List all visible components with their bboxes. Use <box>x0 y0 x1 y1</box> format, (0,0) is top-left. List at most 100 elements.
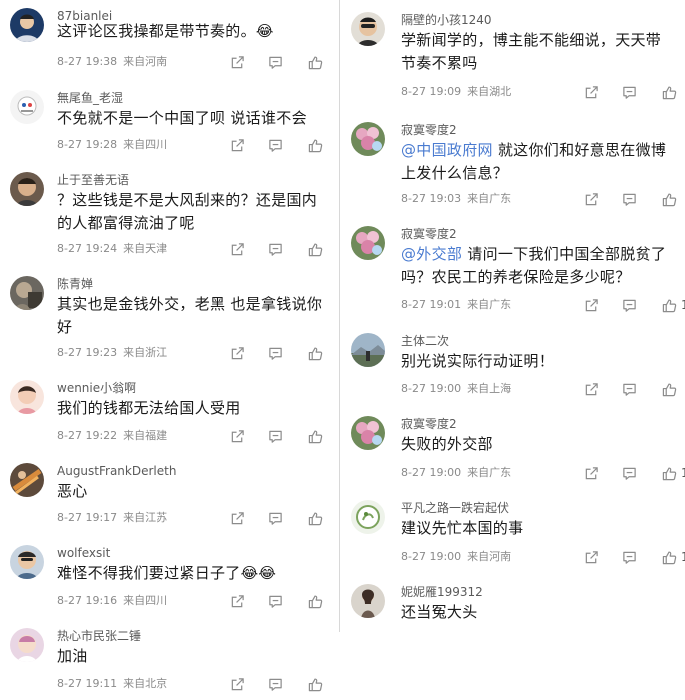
thumbs-up-icon <box>308 138 323 153</box>
username[interactable]: 寂寞零度2 <box>401 122 457 138</box>
mention-link[interactable]: @中国政府网 <box>401 141 493 159</box>
thumbs-up-icon <box>308 594 323 609</box>
mention-link[interactable]: @外交部 <box>401 245 462 263</box>
comment-text: 难怪不得我们要过紧日子了😂😂 <box>57 562 327 585</box>
share-icon[interactable] <box>230 428 245 444</box>
username[interactable]: 陈青婵 <box>57 276 93 292</box>
share-icon[interactable] <box>230 137 245 153</box>
comment-body: 还当冤大头 <box>401 603 478 621</box>
timestamp: 8-27 19:00 <box>401 382 462 395</box>
avatar[interactable] <box>351 12 385 46</box>
location: 来自福建 <box>123 429 168 442</box>
avatar[interactable] <box>10 380 44 414</box>
comment-icon[interactable] <box>268 676 283 692</box>
like-button[interactable] <box>308 345 323 361</box>
comment-icon[interactable] <box>268 241 283 257</box>
username[interactable]: 妮妮雁199312 <box>401 584 483 600</box>
like-button[interactable] <box>662 381 677 397</box>
share-icon[interactable] <box>584 297 599 313</box>
avatar[interactable] <box>10 8 44 42</box>
thumbs-up-icon <box>308 677 323 692</box>
avatar[interactable] <box>351 500 385 534</box>
share-icon[interactable] <box>230 241 245 257</box>
timestamp: 8-27 19:16 <box>57 594 118 607</box>
comment-icon[interactable] <box>268 137 283 153</box>
username[interactable]: 平凡之路一跌宕起伏 <box>401 500 509 516</box>
comment-meta: 8-27 19:23 来自浙江 <box>57 346 167 360</box>
avatar[interactable] <box>10 628 44 662</box>
avatar[interactable] <box>351 584 385 618</box>
comment-icon[interactable] <box>622 297 637 313</box>
avatar-image <box>10 276 44 310</box>
share-icon[interactable] <box>584 84 599 100</box>
location: 来自广东 <box>467 298 512 311</box>
comment-icon[interactable] <box>268 593 283 609</box>
comment-icon[interactable] <box>622 191 637 207</box>
share-icon[interactable] <box>584 465 599 481</box>
like-button[interactable] <box>308 428 323 444</box>
avatar[interactable] <box>10 276 44 310</box>
avatar[interactable] <box>351 122 385 156</box>
comment-icon[interactable] <box>622 84 637 100</box>
username[interactable]: 寂寞零度2 <box>401 226 457 242</box>
comment-icon[interactable] <box>268 428 283 444</box>
username[interactable]: wolfexsit <box>57 545 110 561</box>
like-button[interactable] <box>308 54 323 70</box>
username[interactable]: 無尾鱼_老湿 <box>57 90 123 106</box>
like-button[interactable] <box>308 510 323 526</box>
username[interactable]: 止于至善无语 <box>57 172 129 188</box>
thumbs-up-icon <box>308 242 323 257</box>
comment-icon[interactable] <box>268 510 283 526</box>
like-button[interactable]: 1 <box>662 465 685 481</box>
username[interactable]: 寂寞零度2 <box>401 416 457 432</box>
username[interactable]: 主体二次 <box>401 333 449 349</box>
username[interactable]: 热心市民张二锤 <box>57 628 141 644</box>
like-button[interactable] <box>308 593 323 609</box>
avatar-image <box>351 333 385 367</box>
username[interactable]: 隔壁的小孩1240 <box>401 12 492 28</box>
avatar[interactable] <box>10 463 44 497</box>
like-button[interactable] <box>662 84 677 100</box>
share-icon[interactable] <box>230 676 245 692</box>
like-button[interactable] <box>308 241 323 257</box>
share-icon[interactable] <box>230 345 245 361</box>
share-icon[interactable] <box>584 549 599 565</box>
avatar[interactable] <box>10 545 44 579</box>
like-button[interactable] <box>308 676 323 692</box>
avatar[interactable] <box>351 416 385 450</box>
timestamp: 8-27 19:01 <box>401 298 462 311</box>
comment-icon[interactable] <box>622 549 637 565</box>
comment-text: 加油 <box>57 645 327 668</box>
like-button[interactable]: 1 <box>662 549 685 565</box>
comment-icon[interactable] <box>622 465 637 481</box>
comment-text: 学新闻学的，博主能不能细说，天天带节奏不累吗 <box>401 29 671 75</box>
share-icon[interactable] <box>230 54 245 70</box>
timestamp: 8-27 19:24 <box>57 242 118 255</box>
avatar[interactable] <box>10 172 44 206</box>
username[interactable]: AugustFrankDerleth <box>57 463 176 479</box>
username[interactable]: wennie小翁啊 <box>57 380 136 396</box>
avatar-image <box>351 122 385 156</box>
thumbs-up-icon <box>662 550 677 565</box>
avatar[interactable] <box>351 226 385 260</box>
comment-item: 寂寞零度2 失败的外交部 8-27 19:00 来自广东 1 <box>340 416 685 496</box>
share-icon[interactable] <box>584 381 599 397</box>
share-icon[interactable] <box>584 191 599 207</box>
comment-body: 不免就不是一个中国了呗 说话谁不会 <box>57 109 307 127</box>
comment-body: 难怪不得我们要过紧日子了😂😂 <box>57 564 277 582</box>
location: 来自天津 <box>123 242 168 255</box>
comment-meta: 8-27 19:11 来自北京 <box>57 677 167 691</box>
comment-icon[interactable] <box>268 345 283 361</box>
like-button[interactable]: 1 <box>662 297 685 313</box>
timestamp: 8-27 19:03 <box>401 192 462 205</box>
comment-icon[interactable] <box>268 54 283 70</box>
comment-text: 不免就不是一个中国了呗 说话谁不会 <box>57 107 327 130</box>
avatar[interactable] <box>10 90 44 124</box>
comment-icon[interactable] <box>622 381 637 397</box>
like-button[interactable] <box>308 137 323 153</box>
share-icon[interactable] <box>230 510 245 526</box>
like-button[interactable] <box>662 191 677 207</box>
comment-meta: 8-27 19:09 来自湖北 <box>401 85 511 99</box>
share-icon[interactable] <box>230 593 245 609</box>
avatar[interactable] <box>351 333 385 367</box>
